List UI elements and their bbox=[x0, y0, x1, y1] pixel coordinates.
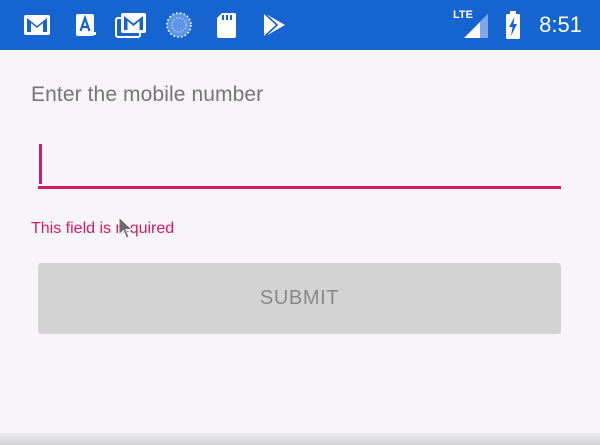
battery-charging-icon bbox=[506, 11, 520, 39]
mouse-pointer-icon bbox=[118, 216, 134, 239]
mobile-number-label: Enter the mobile number bbox=[31, 83, 264, 106]
bottom-edge bbox=[0, 433, 600, 445]
validation-error: This field is required bbox=[31, 220, 175, 237]
font-app-icon bbox=[76, 14, 96, 36]
sd-card-icon bbox=[217, 13, 236, 38]
mobile-number-form: Enter the mobile number This field is re… bbox=[0, 50, 600, 430]
signal-icon bbox=[464, 14, 488, 38]
mobile-number-field[interactable] bbox=[38, 140, 561, 192]
clock: 8:51 bbox=[539, 12, 582, 37]
status-bar: LTE 8:51 bbox=[0, 0, 600, 50]
loading-circle-icon bbox=[166, 12, 192, 38]
submit-button[interactable]: SUBMIT bbox=[38, 263, 561, 334]
play-store-icon bbox=[263, 12, 285, 38]
input-underline bbox=[38, 186, 561, 189]
mobile-number-input[interactable] bbox=[38, 140, 561, 188]
gmail-icon bbox=[24, 15, 50, 35]
gmail-stacked-icon bbox=[115, 13, 146, 38]
